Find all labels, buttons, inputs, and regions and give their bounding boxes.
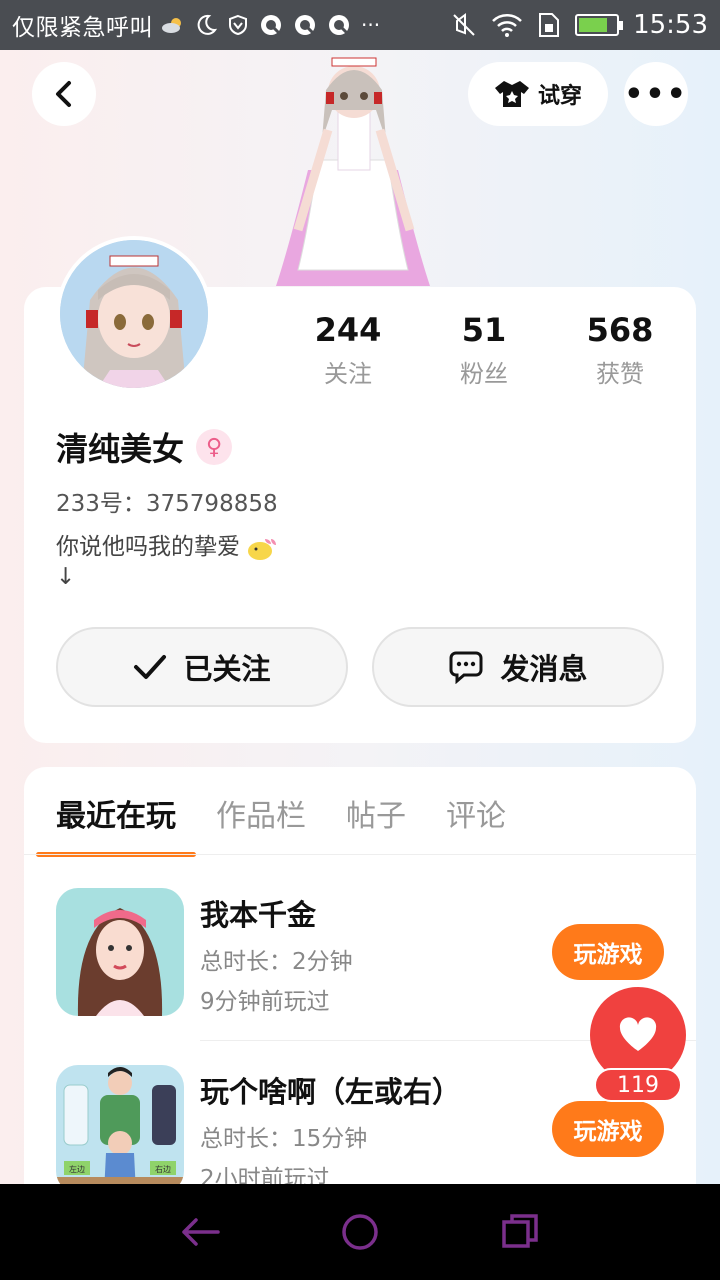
stat-label: 关注 xyxy=(324,360,372,388)
user-id: 233号：375798858 xyxy=(56,491,278,517)
bio-text: 你说他吗我的挚爱 xyxy=(56,534,240,560)
mute-icon xyxy=(453,13,475,36)
game-duration: 总时长：2分钟 xyxy=(200,949,353,975)
status-bar: 仅限紧急呼叫 ··· 15:53 xyxy=(0,0,720,50)
like-count: 119 xyxy=(594,1068,682,1102)
send-message-button[interactable]: 发消息 xyxy=(372,627,664,707)
try-on-label: 试穿 xyxy=(537,84,582,109)
home-nav-icon[interactable] xyxy=(340,1212,380,1252)
profile-actions: 已关注 发消息 xyxy=(56,627,664,707)
bio-line: 你说他吗我的挚爱 xyxy=(56,532,277,562)
bio: 你说他吗我的挚爱 ↓ xyxy=(56,532,277,592)
more-options-button[interactable]: ••• xyxy=(624,62,688,126)
stat-following[interactable]: 244 关注 xyxy=(280,310,416,389)
bio-line: ↓ xyxy=(56,564,76,590)
thumb-label-right: 右边 xyxy=(155,1164,171,1174)
following-label: 已关注 xyxy=(183,652,271,686)
play-game-button[interactable]: 玩游戏 xyxy=(552,1101,664,1157)
stat-fans[interactable]: 51 粉丝 xyxy=(416,310,552,389)
stat-likes[interactable]: 568 获赞 xyxy=(552,310,688,389)
avatar-character-illustration xyxy=(268,50,438,288)
back-nav-icon[interactable] xyxy=(180,1216,220,1248)
recents-nav-icon[interactable] xyxy=(500,1212,540,1252)
heart-icon xyxy=(619,1017,657,1051)
nickname: 清纯美女 ♀ xyxy=(56,424,233,470)
chat-bubble-icon xyxy=(449,651,483,684)
app-notification-icon xyxy=(329,15,350,36)
game-thumbnail: 左边 右边 xyxy=(56,1065,184,1193)
tab-recently-played[interactable]: 最近在玩 xyxy=(36,791,196,857)
chick-emoji-icon xyxy=(248,538,277,560)
game-title: 我本千金 xyxy=(200,898,317,932)
app-notification-icon xyxy=(261,15,282,36)
nickname-text: 清纯美女 xyxy=(56,430,185,468)
shirt-icon xyxy=(494,81,529,107)
checkmark-icon xyxy=(134,655,167,679)
system-nav-bar xyxy=(0,1184,720,1280)
tabs-divider xyxy=(24,854,696,855)
carrier-text: 仅限紧急呼叫 xyxy=(12,15,153,41)
game-list-item[interactable]: 我本千金 总时长：2分钟 9分钟前玩过 玩游戏 xyxy=(56,888,666,1018)
female-icon: ♀ xyxy=(196,429,233,465)
chevron-left-icon xyxy=(56,81,71,107)
tab-comments[interactable]: 评论 xyxy=(446,791,506,853)
thumb-label-left: 左边 xyxy=(69,1164,85,1174)
stat-value: 568 xyxy=(586,311,654,349)
more-icon: ••• xyxy=(624,76,688,112)
battery-icon xyxy=(575,14,624,36)
moon-icon xyxy=(197,14,217,35)
stat-label: 获赞 xyxy=(596,360,644,388)
stat-label: 粉丝 xyxy=(460,360,508,388)
more-notifications: ··· xyxy=(361,13,381,37)
following-button[interactable]: 已关注 xyxy=(56,627,348,707)
clock: 15:53 xyxy=(633,10,708,40)
tab-works[interactable]: 作品栏 xyxy=(216,791,306,853)
app-notification-icon xyxy=(295,15,316,36)
weather-icon xyxy=(162,18,181,33)
avatar[interactable] xyxy=(56,236,212,392)
game-list-item[interactable]: 左边 右边 玩个啥啊（左或右） 总时长：15分钟 2小时前玩过 玩游戏 xyxy=(56,1065,666,1195)
profile-stats: 244 关注 51 粉丝 568 获赞 xyxy=(280,310,690,389)
stat-value: 244 xyxy=(314,311,382,349)
notification-icons: ··· xyxy=(161,13,380,37)
game-title: 玩个啥啊（左或右） xyxy=(200,1075,462,1109)
stat-value: 51 xyxy=(461,311,507,349)
send-message-label: 发消息 xyxy=(500,652,588,686)
back-button[interactable] xyxy=(32,62,96,126)
shield-icon xyxy=(229,14,247,36)
try-on-button[interactable]: 试穿 xyxy=(468,62,608,126)
game-duration: 总时长：15分钟 xyxy=(200,1126,368,1152)
game-thumbnail xyxy=(56,888,184,1016)
battery-fill xyxy=(579,18,608,32)
sim-icon xyxy=(539,13,560,37)
wifi-icon xyxy=(492,14,522,37)
tab-posts[interactable]: 帖子 xyxy=(346,791,406,853)
play-game-button[interactable]: 玩游戏 xyxy=(552,924,664,980)
game-last-played: 9分钟前玩过 xyxy=(200,989,330,1015)
tab-bar: 最近在玩 作品栏 帖子 评论 xyxy=(36,791,506,857)
